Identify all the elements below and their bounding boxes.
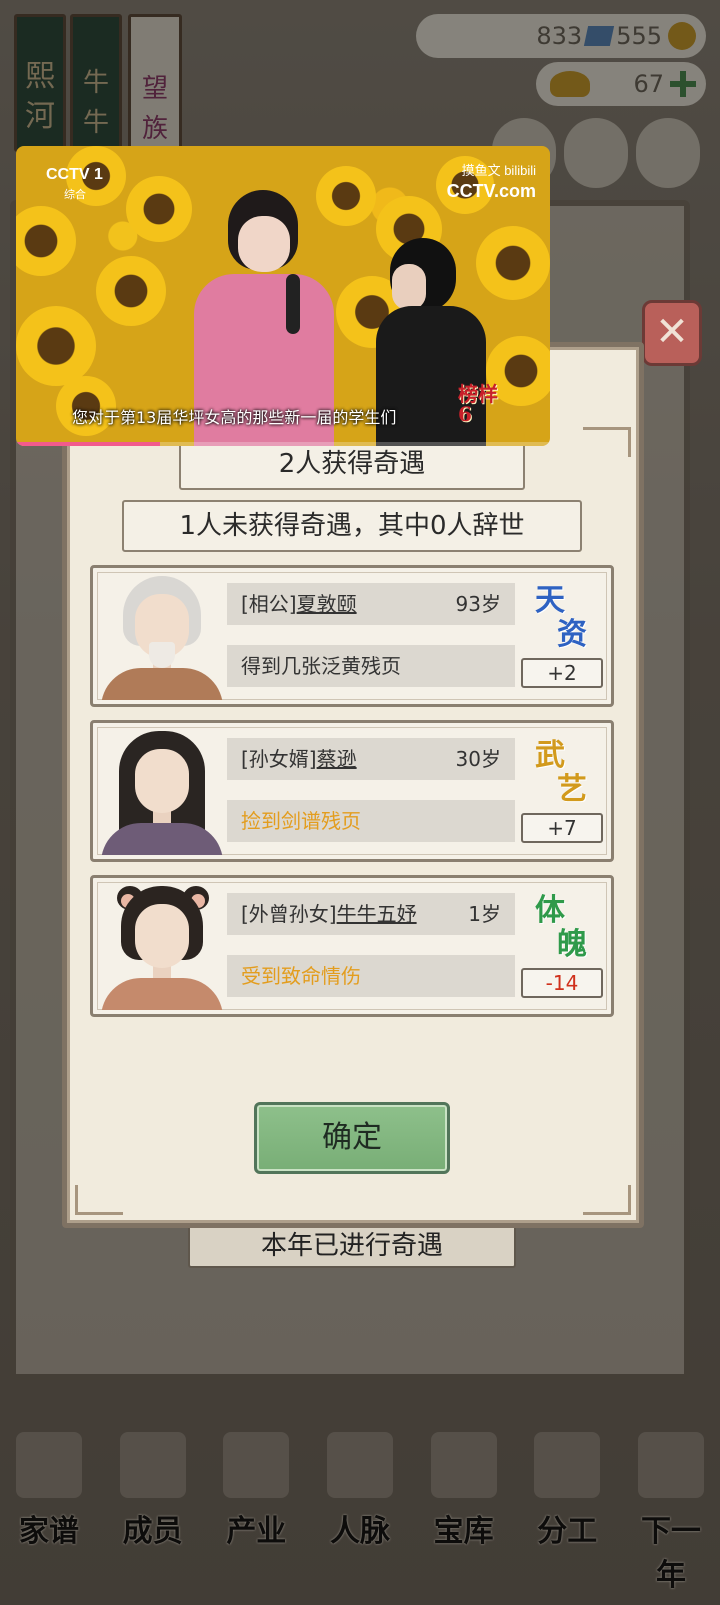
attribute-char: 武 [535,738,565,773]
corner-ornament [75,1185,123,1215]
member-name[interactable]: 牛牛五妤 [337,902,417,926]
avatar [97,572,227,700]
floating-video-player[interactable]: CCTV 1 综合 摸鱼文 bilibili CCTV.com 榜样6 您对于第… [16,146,550,446]
member-card: [外曾孙女]牛牛五妤 1岁 受到致命情伤 体 魄 -14 [90,875,614,1017]
video-progress-bar[interactable] [16,442,550,446]
attribute-char: 天 [535,583,565,618]
video-progress-fill [16,442,161,446]
encounter-event: 得到几张泛黄残页 [227,645,515,687]
attribute-delta: +7 [521,813,603,843]
attribute-char: 资 [557,617,587,652]
show-logo: 榜样6 [458,382,498,426]
member-age: 1岁 [468,902,501,926]
member-card: [相公]夏敦颐 93岁 得到几张泛黄残页 天 资 +2 [90,565,614,707]
member-info-row: [外曾孙女]牛牛五妤 1岁 [227,893,515,935]
close-icon[interactable]: ✕ [642,300,702,366]
avatar [97,882,227,1010]
attribute-name: 体 魄 [535,893,587,970]
member-info-row: [孙女婿]蔡逊 30岁 [227,738,515,780]
encounter-event: 捡到剑谱残页 [227,800,515,842]
member-role: [相公] [241,592,297,616]
watermark-site: CCTV.com [446,181,536,201]
attribute-name: 天 资 [535,583,587,660]
member-role: [外曾孙女] [241,902,337,926]
member-info-row: [相公]夏敦颐 93岁 [227,583,515,625]
attribute-delta: -14 [521,968,603,998]
corner-ornament [583,427,631,457]
watermark: 摸鱼文 bilibili CCTV.com [447,160,536,202]
channel-logo: CCTV 1 综合 [46,166,103,202]
member-age: 30岁 [455,747,501,771]
channel-sub: 综合 [64,189,86,201]
watermark-top: 摸鱼文 bilibili [461,163,536,178]
channel-name: CCTV 1 [46,166,103,183]
avatar [97,727,227,855]
member-name[interactable]: 夏敦颐 [297,592,357,616]
attribute-name: 武 艺 [535,738,587,815]
attribute-char: 魄 [557,927,587,962]
encounter-subline: 1人未获得奇遇，其中0人辞世 [122,500,582,552]
member-name[interactable]: 蔡逊 [317,747,357,771]
attribute-char: 艺 [557,772,587,807]
video-subtitle: 您对于第13届华坪女高的那些新一届的学生们 [72,408,397,427]
attribute-delta: +2 [521,658,603,688]
confirm-button[interactable]: 确定 [254,1102,450,1174]
year-status-label: 本年已进行奇遇 [188,1224,516,1268]
member-card: [孙女婿]蔡逊 30岁 捡到剑谱残页 武 艺 +7 [90,720,614,862]
corner-ornament [583,1185,631,1215]
attribute-char: 体 [535,893,565,928]
member-role: [孙女婿] [241,747,317,771]
encounter-event: 受到致命情伤 [227,955,515,997]
member-age: 93岁 [455,592,501,616]
